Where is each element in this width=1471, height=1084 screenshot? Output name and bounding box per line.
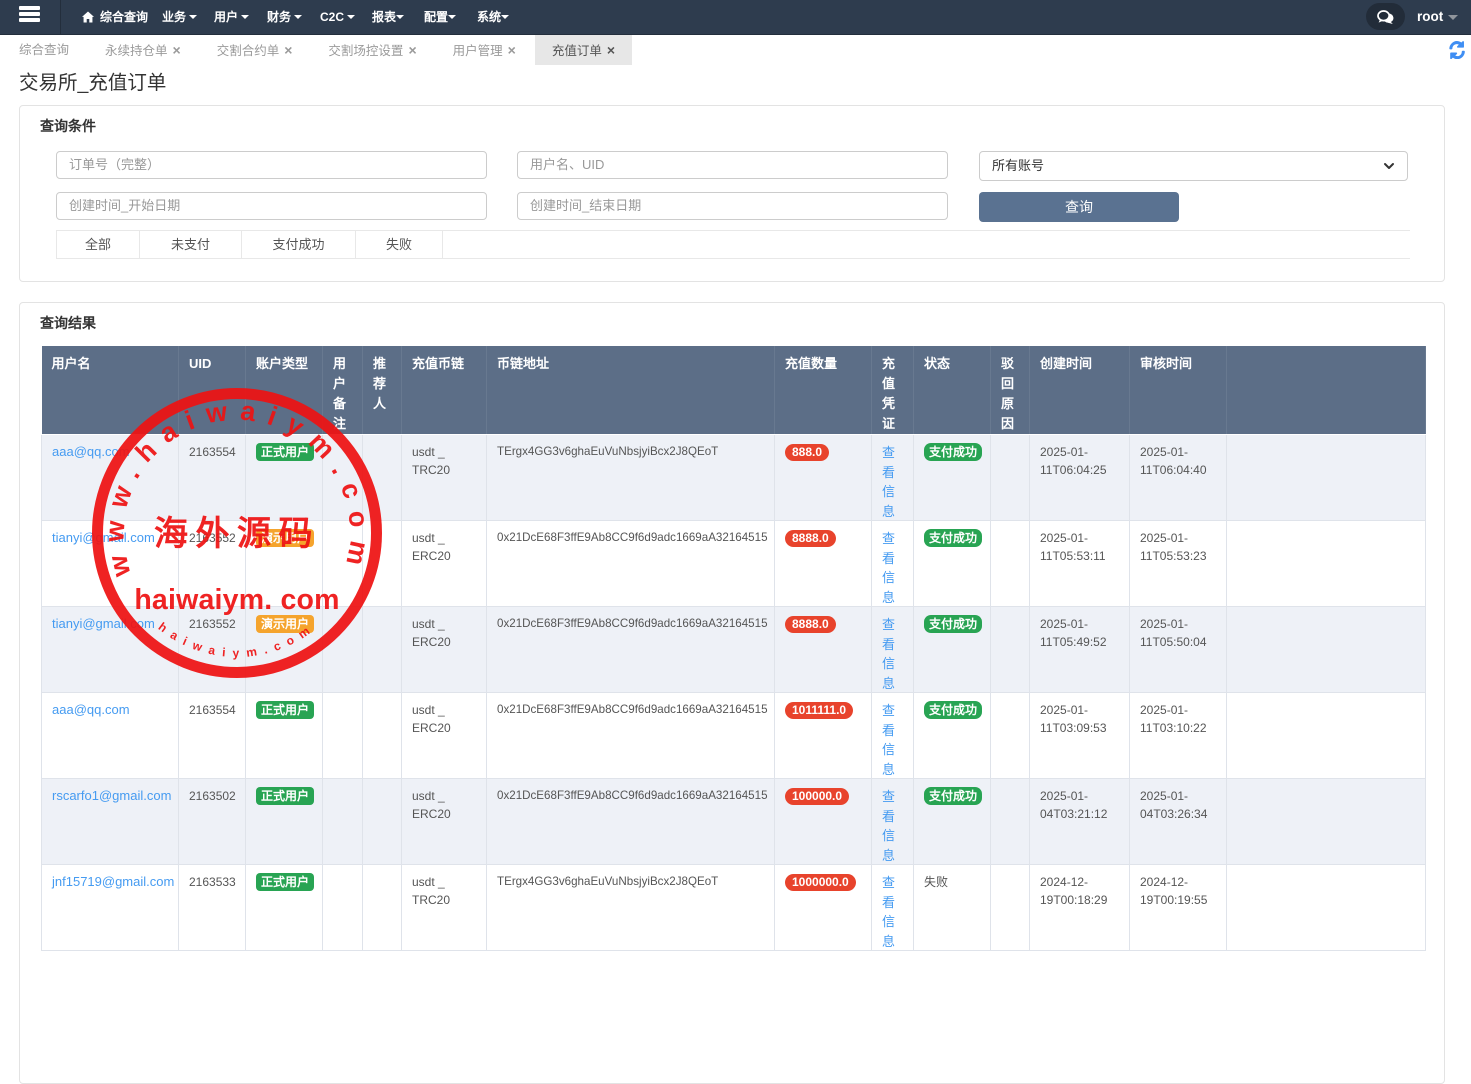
svg-text:haiwaiym. com: haiwaiym. com [134, 584, 339, 616]
svg-text:海外源码: 海外源码 [154, 515, 320, 553]
svg-text:haiwaiym.com: haiwaiym.com [156, 619, 319, 660]
